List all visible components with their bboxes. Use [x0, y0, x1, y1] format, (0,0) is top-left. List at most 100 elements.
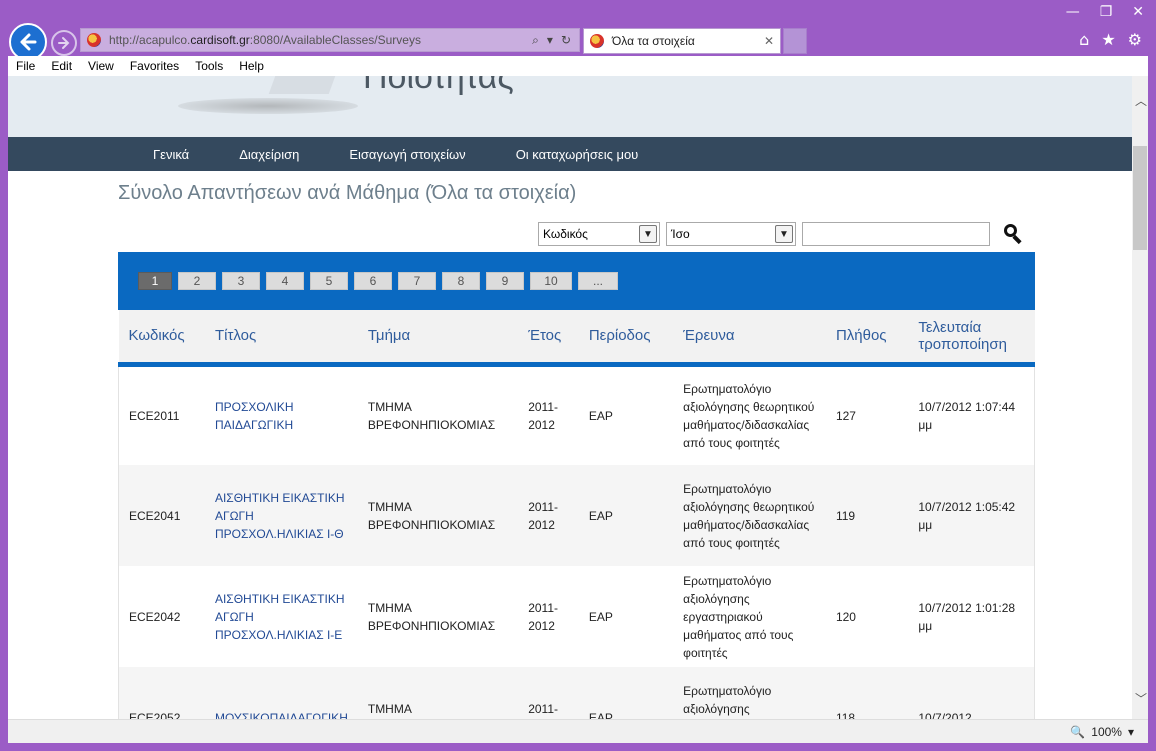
logo-graphic: [268, 76, 336, 94]
zoom-icon: 🔍: [1070, 725, 1086, 739]
site-banner: Ποιότητας: [8, 76, 1132, 137]
cell-survey: Ερωτηματολόγιο αξιολόγησης εργαστηριακού…: [683, 683, 772, 716]
column-header-year[interactable]: Έτος: [518, 310, 579, 367]
refresh-icon[interactable]: ↻: [561, 33, 571, 48]
menu-view[interactable]: View: [80, 59, 122, 73]
chevron-down-icon: ▼: [639, 225, 657, 243]
browser-toolbar: http://acapulco.cardisoft.gr:8080/Availa…: [8, 8, 1148, 61]
chevron-down-icon: ▼: [775, 225, 793, 243]
search-icon[interactable]: ⌕: [532, 33, 539, 48]
new-tab-button[interactable]: [783, 28, 807, 54]
forward-button[interactable]: [51, 30, 77, 56]
filter-field-select[interactable]: Κωδικός ▼: [538, 222, 660, 246]
scrollbar-thumb[interactable]: [1133, 146, 1147, 250]
cell-year: 2011-2012: [528, 499, 559, 532]
nav-item-management[interactable]: Διαχείριση: [239, 147, 299, 162]
page-button[interactable]: 5: [310, 272, 348, 290]
page-button[interactable]: 7: [398, 272, 436, 290]
cell-count: 118: [835, 710, 856, 720]
arrow-right-icon: [58, 37, 70, 49]
gear-icon[interactable]: ⚙: [1128, 30, 1142, 49]
logo-shadow: [178, 98, 358, 114]
page-button[interactable]: 3: [222, 272, 260, 290]
status-bar: 🔍 100% ▾: [8, 719, 1148, 743]
cell-modified: 10/7/2012 1:07:44 μμ: [908, 364, 1036, 465]
filter-operator-select[interactable]: Ίσο ▼: [666, 222, 796, 246]
favorites-star-icon[interactable]: ★: [1101, 30, 1115, 49]
cell-title: ΑΙΣΘΗΤΙΚΗ ΕΙΚΑΣΤΙΚΗ ΑΓΩΓΗ ΠΡΟΣΧΟΛ.ΗΛΙΚΙΑ…: [205, 465, 358, 566]
menu-edit[interactable]: Edit: [43, 59, 80, 73]
scroll-up-icon[interactable]: ︿: [1135, 92, 1147, 109]
browser-window: http://acapulco.cardisoft.gr:8080/Availa…: [0, 0, 1156, 751]
cell-survey: Ερωτηματολόγιο αξιολόγησης θεωρητικού μα…: [683, 481, 815, 550]
filter-operator-value: Ίσο: [671, 227, 690, 241]
site-favicon: [87, 33, 101, 47]
close-icon[interactable]: ✕: [764, 34, 774, 48]
page-button[interactable]: 4: [266, 272, 304, 290]
cell-code: ECE2011: [117, 364, 205, 465]
course-title-link[interactable]: ΑΙΣΘΗΤΙΚΗ ΕΙΚΑΣΤΙΚΗ ΑΓΩΓΗ ΠΡΟΣΧΟΛ.ΗΛΙΚΙΑ…: [215, 592, 345, 642]
column-header-modified[interactable]: Τελευταία τροποποίηση: [908, 310, 1035, 367]
menu-tools[interactable]: Tools: [187, 59, 231, 73]
cell-survey: Ερωτηματολόγιο αξιολόγησης εργαστηριακού…: [683, 573, 794, 660]
page-button[interactable]: 10: [530, 272, 572, 290]
menu-file[interactable]: File: [8, 59, 43, 73]
search-button[interactable]: [1002, 223, 1024, 245]
page-title: Σύνολο Απαντήσεων ανά Μάθημα (Όλα τα στο…: [118, 182, 577, 204]
table-header-row: Κωδικός Τίτλος Τμήμα Έτος Περίοδος Έρευν…: [118, 310, 1035, 367]
home-icon[interactable]: ⌂: [1079, 30, 1089, 49]
filter-field-value: Κωδικός: [543, 227, 588, 241]
menu-favorites[interactable]: Favorites: [122, 59, 187, 73]
cell-period: ΕΑΡ: [588, 609, 613, 624]
page-button[interactable]: 9: [486, 272, 524, 290]
page-button[interactable]: 8: [442, 272, 480, 290]
cell-code: ECE2041: [117, 465, 205, 566]
cell-dept: ΤΜΗΜΑ ΒΡΕΦΟΝΗΠΙΟΚΟΜΙΑΣ: [367, 399, 496, 432]
column-header-code[interactable]: Κωδικός: [118, 310, 205, 367]
cell-dept: ΤΜΗΜΑ ΒΡΕΦΟΝΗΠΙΟΚΟΜΙΑΣ: [367, 600, 496, 633]
column-header-title[interactable]: Τίτλος: [204, 310, 358, 367]
page-content: Ποιότητας Γενικά Διαχείριση Εισαγωγή στο…: [8, 76, 1132, 719]
logo-text: Ποιότητας: [363, 76, 514, 96]
tab-title: Όλα τα στοιχεία: [612, 34, 695, 48]
page-button[interactable]: 2: [178, 272, 216, 290]
page-button[interactable]: 6: [354, 272, 392, 290]
column-header-period[interactable]: Περίοδος: [578, 310, 674, 367]
cell-survey: Ερωτηματολόγιο αξιολόγησης θεωρητικού μα…: [683, 381, 815, 450]
scroll-down-icon[interactable]: ﹀: [1135, 690, 1147, 707]
column-header-dept[interactable]: Τμήμα: [357, 310, 519, 367]
nav-item-my-entries[interactable]: Οι καταχωρήσεις μου: [516, 147, 639, 162]
browser-tab[interactable]: Όλα τα στοιχεία ✕: [583, 28, 781, 54]
filter-value-input[interactable]: [802, 222, 990, 246]
dropdown-icon[interactable]: ▾: [547, 33, 553, 48]
table-row: ECE2041 ΑΙΣΘΗΤΙΚΗ ΕΙΚΑΣΤΙΚΗ ΑΓΩΓΗ ΠΡΟΣΧΟ…: [117, 465, 1036, 566]
vertical-scrollbar[interactable]: ︿ ﹀: [1132, 76, 1148, 719]
nav-item-general[interactable]: Γενικά: [153, 147, 189, 162]
cell-code: ECE2042: [117, 566, 205, 667]
results-table-container: 1 2 3 4 5 6 7 8 9 10 ... Κωδικός Τίτλος …: [117, 252, 1036, 720]
zoom-control[interactable]: 🔍 100% ▾: [1070, 725, 1134, 739]
course-title-link[interactable]: ΜΟΥΣΙΚΟΠΑΙΔΑΓΩΓΙΚΗ: [215, 711, 348, 720]
page-button-more[interactable]: ...: [578, 272, 618, 290]
menu-help[interactable]: Help: [231, 59, 272, 73]
cell-count: 119: [835, 508, 856, 523]
course-title-link[interactable]: ΑΙΣΘΗΤΙΚΗ ΕΙΚΑΣΤΙΚΗ ΑΓΩΓΗ ΠΡΟΣΧΟΛ.ΗΛΙΚΙΑ…: [215, 491, 345, 541]
cell-code: ECE2052: [117, 667, 205, 719]
filter-bar: Κωδικός ▼ Ίσο ▼: [538, 222, 1024, 246]
zoom-level: 100%: [1091, 725, 1122, 739]
nav-item-data-entry[interactable]: Εισαγωγή στοιχείων: [349, 147, 465, 162]
table-row: ECE2011 ΠΡΟΣΧΟΛΙΚΗ ΠΑΙΔΑΓΩΓΙΚΗ ΤΜΗΜΑ ΒΡΕ…: [117, 364, 1036, 465]
minimize-icon[interactable]: —: [1066, 4, 1080, 20]
page-button[interactable]: 1: [138, 272, 172, 290]
cell-title: ΑΙΣΘΗΤΙΚΗ ΕΙΚΑΣΤΙΚΗ ΑΓΩΓΗ ΠΡΟΣΧΟΛ.ΗΛΙΚΙΑ…: [205, 566, 358, 667]
restore-icon[interactable]: ❐: [1100, 4, 1113, 20]
column-header-count[interactable]: Πλήθος: [825, 310, 909, 367]
cell-period: ΕΑΡ: [588, 508, 613, 523]
cell-modified: 10/7/2012 1:05:42 μμ: [908, 465, 1036, 566]
column-header-survey[interactable]: Έρευνα: [673, 310, 826, 367]
address-bar[interactable]: http://acapulco.cardisoft.gr:8080/Availa…: [80, 28, 580, 52]
course-title-link[interactable]: ΠΡΟΣΧΟΛΙΚΗ ΠΑΙΔΑΓΩΓΙΚΗ: [215, 400, 294, 432]
close-window-icon[interactable]: ✕: [1132, 4, 1144, 20]
address-url[interactable]: http://acapulco.cardisoft.gr:8080/Availa…: [109, 33, 421, 47]
cell-year: 2011-2012: [528, 600, 559, 633]
